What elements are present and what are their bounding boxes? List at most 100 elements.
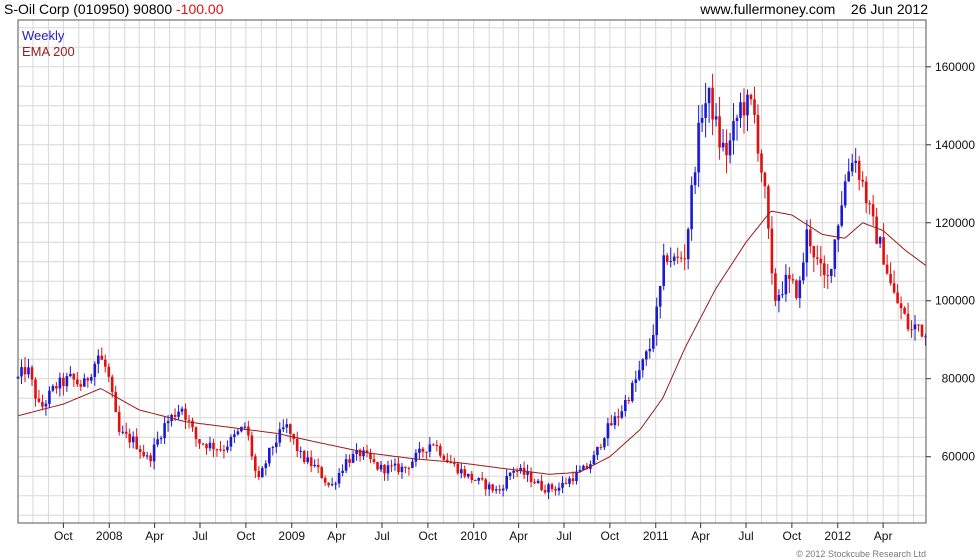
candle-body xyxy=(51,386,55,391)
candle-body xyxy=(550,484,554,489)
candle-body xyxy=(453,463,456,465)
candle-body xyxy=(463,469,467,477)
candle-body xyxy=(823,263,826,276)
candle-body xyxy=(320,467,323,478)
candle-body xyxy=(571,478,575,482)
candle-body xyxy=(390,465,393,467)
candle-body xyxy=(257,470,261,478)
candle-body xyxy=(788,274,791,280)
candle-body xyxy=(323,478,327,483)
candle-body xyxy=(582,465,585,470)
candle-body xyxy=(777,295,781,301)
candle-body xyxy=(554,489,557,491)
candle-body xyxy=(236,431,240,435)
candle-body xyxy=(128,433,131,443)
candle-body xyxy=(261,468,264,478)
candle-body xyxy=(826,275,830,277)
x-tick-label: Jul xyxy=(192,529,207,543)
candle-body xyxy=(131,436,135,443)
candle-body xyxy=(473,480,477,481)
x-tick-label: 2009 xyxy=(278,529,305,543)
candle-body xyxy=(79,384,83,387)
candle-body xyxy=(348,459,351,463)
candle-body xyxy=(795,280,798,299)
candle-body xyxy=(76,379,79,385)
candle-body xyxy=(306,457,309,463)
candle-body xyxy=(44,403,48,407)
chart-canvas: Oct 2008 Apr Jul Oct 2009 Apr Jul Oct 2010 Apr Jul O… xyxy=(16,19,976,543)
candle-body xyxy=(285,424,289,428)
candle-body xyxy=(746,94,749,116)
candle-body xyxy=(833,239,837,269)
candle-body xyxy=(718,116,721,148)
candle-body xyxy=(254,456,257,471)
candle-body xyxy=(830,268,833,276)
candle-body xyxy=(425,451,428,453)
candle-body xyxy=(638,370,641,380)
candle-body xyxy=(798,280,802,299)
candle-body xyxy=(393,463,397,466)
candle-body xyxy=(655,306,658,336)
candle-body xyxy=(173,414,177,417)
candle-body xyxy=(93,363,97,377)
x-tick-label: 2010 xyxy=(460,529,487,543)
candle-body xyxy=(341,470,344,473)
y-tick-label: 60000 xyxy=(942,450,976,464)
candle-body xyxy=(268,447,271,464)
candle-body xyxy=(470,473,474,480)
candle-body xyxy=(529,471,533,483)
candle-body xyxy=(620,411,624,418)
candle-body xyxy=(505,476,508,489)
candle-body xyxy=(774,273,777,301)
x-tick-label: Oct xyxy=(419,529,438,543)
candle-body xyxy=(494,489,498,491)
candle-body xyxy=(302,450,306,462)
candle-body xyxy=(250,435,254,457)
candle-body xyxy=(896,292,899,304)
candle-body xyxy=(707,87,711,104)
candle-body xyxy=(652,335,655,349)
candle-body xyxy=(592,455,596,465)
x-tick-label: Jul xyxy=(738,529,753,543)
candle-body xyxy=(613,416,617,426)
candle-body xyxy=(543,490,547,493)
candle-body xyxy=(313,464,316,466)
candle-body xyxy=(526,471,529,475)
candle-body xyxy=(271,447,275,449)
candle-body xyxy=(23,367,27,375)
candle-body xyxy=(117,412,121,432)
candle-body xyxy=(421,448,425,452)
candle-body xyxy=(20,367,23,377)
x-tick-label: Oct xyxy=(783,529,802,543)
candle-body xyxy=(149,455,152,462)
candle-body xyxy=(275,442,278,448)
candle-body xyxy=(110,376,114,393)
candle-body xyxy=(536,480,540,484)
candle-body xyxy=(351,454,355,463)
candle-body xyxy=(606,423,610,439)
source-site[interactable]: www.fullermoney.com xyxy=(700,1,835,17)
candle-body xyxy=(156,439,159,445)
candle-body xyxy=(645,351,648,360)
candle-body xyxy=(697,122,700,173)
candle-body xyxy=(65,376,69,387)
candle-body xyxy=(802,262,805,281)
candle-body xyxy=(561,482,564,488)
candle-body xyxy=(564,482,568,484)
candle-body xyxy=(30,367,34,380)
candle-body xyxy=(882,237,885,265)
candle-body xyxy=(90,377,93,381)
candle-body xyxy=(62,377,65,387)
candle-body xyxy=(857,160,861,180)
candle-body xyxy=(693,172,697,186)
candle-body xyxy=(662,255,665,286)
candle-body xyxy=(484,479,487,490)
candle-body xyxy=(330,484,334,486)
candle-body xyxy=(27,367,30,375)
candle-body xyxy=(850,162,854,172)
candle-body xyxy=(679,257,683,259)
x-tick-label: Oct xyxy=(237,529,256,543)
chart-title: S-Oil Corp (010950) 90800 -100.00 xyxy=(4,1,223,17)
candle-body xyxy=(725,142,728,156)
candle-body xyxy=(732,121,735,141)
